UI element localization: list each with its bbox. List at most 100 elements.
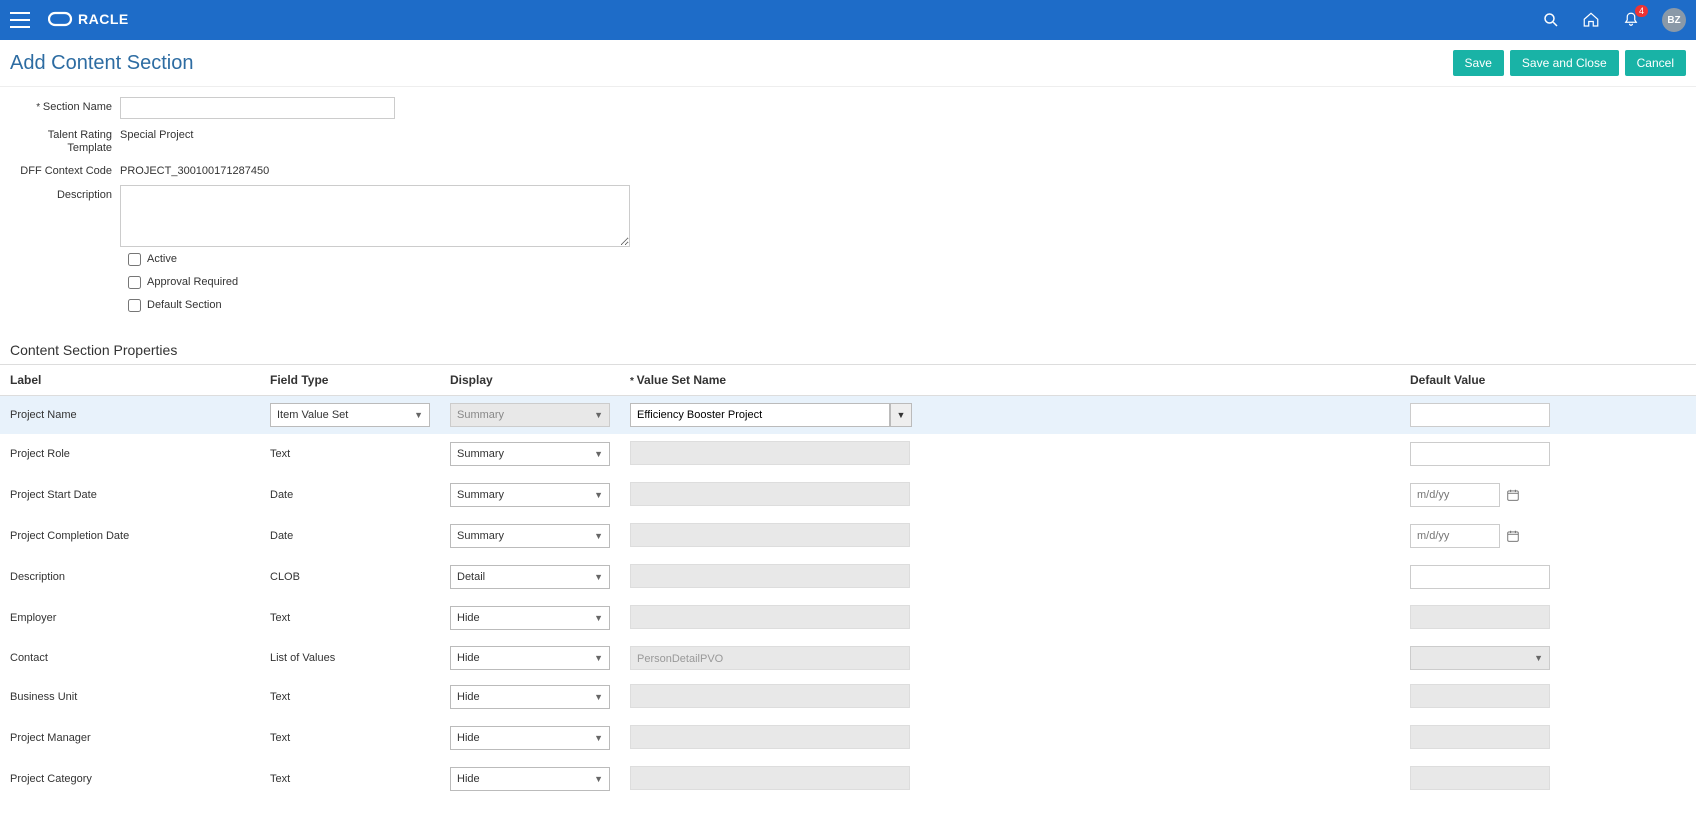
table-row[interactable]: Project Completion DateDateSummary▼ (0, 516, 1696, 557)
default-value-disabled (1410, 766, 1550, 790)
display-select[interactable]: Hide▼ (450, 685, 610, 709)
row-label: Contact (0, 639, 260, 677)
default-value-input[interactable] (1410, 565, 1550, 589)
value-set-dropdown-button[interactable]: ▼ (890, 403, 912, 427)
row-default-value (1400, 759, 1696, 800)
row-field-type: Date (260, 516, 440, 557)
display-select[interactable]: Hide▼ (450, 646, 610, 670)
row-value-set: PersonDetailPVO (620, 639, 1400, 677)
oracle-logo[interactable]: RACLE (48, 10, 168, 31)
chevron-down-icon: ▼ (594, 490, 603, 500)
table-row[interactable]: DescriptionCLOBDetail▼ (0, 557, 1696, 598)
calendar-icon[interactable] (1504, 527, 1522, 545)
chevron-down-icon: ▼ (594, 692, 603, 702)
table-row[interactable]: Project CategoryTextHide▼ (0, 759, 1696, 800)
table-row[interactable]: Project Start DateDateSummary▼ (0, 475, 1696, 516)
default-value-disabled-select: ▼ (1410, 646, 1550, 670)
default-value-input[interactable] (1410, 442, 1550, 466)
value-set-disabled (630, 441, 910, 465)
chevron-down-icon: ▼ (594, 531, 603, 541)
row-label: Project Category (0, 759, 260, 800)
default-section-checkbox[interactable] (128, 299, 141, 312)
section-name-input[interactable] (120, 97, 395, 119)
save-button[interactable]: Save (1453, 50, 1504, 76)
value-set-input[interactable] (630, 403, 890, 427)
row-display: Hide▼ (440, 677, 620, 718)
display-select[interactable]: Summary▼ (450, 442, 610, 466)
display-select[interactable]: Hide▼ (450, 606, 610, 630)
table-row[interactable]: EmployerTextHide▼ (0, 598, 1696, 639)
chevron-down-icon: ▼ (594, 613, 603, 623)
value-set-disabled (630, 482, 910, 506)
value-set-disabled (630, 766, 910, 790)
default-value-disabled (1410, 605, 1550, 629)
row-default-value (1400, 557, 1696, 598)
value-set-disabled (630, 725, 910, 749)
row-value-set (620, 759, 1400, 800)
approval-required-label: Approval Required (147, 276, 238, 288)
cancel-button[interactable]: Cancel (1625, 50, 1686, 76)
table-row[interactable]: Project NameItem Value Set▼Summary▼▼ (0, 395, 1696, 434)
col-field-type: Field Type (260, 364, 440, 395)
row-display: Hide▼ (440, 598, 620, 639)
form-area: Section Name Talent Rating Template Spec… (0, 87, 1696, 332)
row-display: Hide▼ (440, 759, 620, 800)
default-value-disabled (1410, 684, 1550, 708)
row-default-value (1400, 516, 1696, 557)
row-display: Hide▼ (440, 718, 620, 759)
table-row[interactable]: Business UnitTextHide▼ (0, 677, 1696, 718)
global-header: RACLE 4 BZ (0, 0, 1696, 40)
row-display: Detail▼ (440, 557, 620, 598)
display-select[interactable]: Hide▼ (450, 726, 610, 750)
properties-table: Label Field Type Display Value Set Name … (0, 364, 1696, 800)
default-value-disabled (1410, 725, 1550, 749)
avatar[interactable]: BZ (1662, 8, 1686, 32)
dff-context-code-value: PROJECT_300100171287450 (120, 161, 269, 177)
search-icon[interactable] (1542, 11, 1560, 29)
chevron-down-icon: ▼ (594, 653, 603, 663)
save-and-close-button[interactable]: Save and Close (1510, 50, 1619, 76)
row-value-set (620, 718, 1400, 759)
row-default-value (1400, 598, 1696, 639)
row-display: Summary▼ (440, 475, 620, 516)
col-display: Display (440, 364, 620, 395)
row-value-set (620, 557, 1400, 598)
display-select[interactable]: Hide▼ (450, 767, 610, 791)
row-label: Description (0, 557, 260, 598)
row-value-set (620, 598, 1400, 639)
notifications-icon[interactable]: 4 (1622, 11, 1640, 29)
page-title: Add Content Section (10, 52, 193, 75)
row-field-type: Item Value Set▼ (260, 395, 440, 434)
section-name-label: Section Name (10, 97, 120, 114)
row-default-value (1400, 434, 1696, 475)
chevron-down-icon: ▼ (594, 572, 603, 582)
display-select[interactable]: Summary▼ (450, 524, 610, 548)
display-select[interactable]: Detail▼ (450, 565, 610, 589)
row-default-value (1400, 677, 1696, 718)
field-type-select[interactable]: Item Value Set▼ (270, 403, 430, 427)
chevron-down-icon: ▼ (414, 410, 423, 420)
display-select[interactable]: Summary▼ (450, 483, 610, 507)
row-label: Project Manager (0, 718, 260, 759)
table-row[interactable]: Project ManagerTextHide▼ (0, 718, 1696, 759)
row-label: Project Start Date (0, 475, 260, 516)
content-section-properties-title: Content Section Properties (0, 332, 1696, 364)
table-row[interactable]: Project RoleTextSummary▼ (0, 434, 1696, 475)
default-value-input[interactable] (1410, 403, 1550, 427)
active-checkbox[interactable] (128, 253, 141, 266)
row-value-set (620, 434, 1400, 475)
display-select: Summary▼ (450, 403, 610, 427)
table-row[interactable]: ContactList of ValuesHide▼PersonDetailPV… (0, 639, 1696, 677)
default-value-date-input[interactable] (1410, 483, 1500, 507)
approval-required-checkbox[interactable] (128, 276, 141, 289)
default-value-date-input[interactable] (1410, 524, 1500, 548)
home-icon[interactable] (1582, 11, 1600, 29)
calendar-icon[interactable] (1504, 486, 1522, 504)
row-field-type: Text (260, 434, 440, 475)
description-input[interactable] (120, 185, 630, 247)
menu-icon[interactable] (10, 12, 30, 28)
row-display: Summary▼ (440, 516, 620, 557)
row-default-value (1400, 395, 1696, 434)
default-section-label: Default Section (147, 299, 222, 311)
talent-rating-template-label: Talent Rating Template (10, 125, 120, 155)
